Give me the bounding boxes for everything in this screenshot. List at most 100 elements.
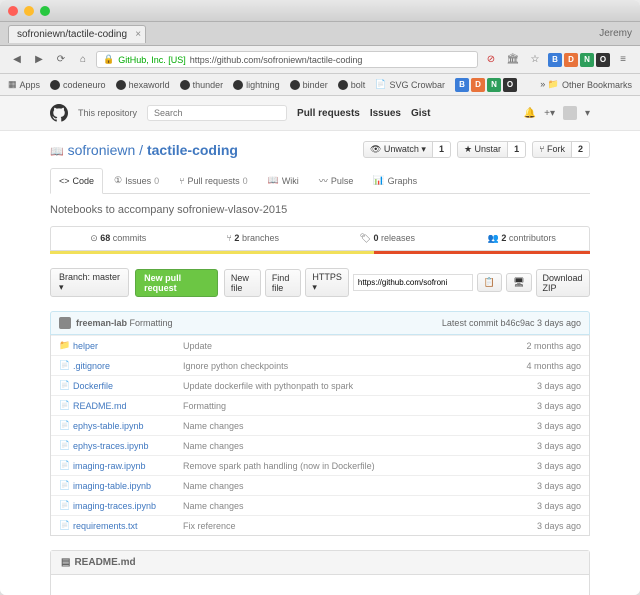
commit-avatar[interactable] xyxy=(59,317,71,329)
file-commit-msg[interactable]: Name changes xyxy=(183,421,537,431)
bookmark-item[interactable]: lightning xyxy=(233,80,280,90)
stat-branches[interactable]: ⑂ 2 branches xyxy=(186,227,321,250)
browser-tab[interactable]: sofroniewn/tactile-coding × xyxy=(8,25,146,43)
file-commit-msg[interactable]: Update dockerfile with pythonpath to spa… xyxy=(183,381,537,391)
clone-protocol[interactable]: HTTPS ▾ xyxy=(305,268,349,297)
stats-bar: ⊙ 68 commits ⑂ 2 branches 🏷 0 releases 👥… xyxy=(50,226,590,251)
bookmark-ext-icon[interactable]: D xyxy=(471,78,485,92)
create-menu[interactable]: +▾ xyxy=(544,108,555,119)
file-commit-msg[interactable]: Ignore python checkpoints xyxy=(183,361,526,371)
file-row: 📄ephys-traces.ipynbName changes3 days ag… xyxy=(51,435,589,455)
github-logo-icon[interactable] xyxy=(50,104,68,122)
window-maximize-button[interactable] xyxy=(40,6,50,16)
tab-graphs[interactable]: 📊 Graphs xyxy=(364,168,426,193)
stat-releases[interactable]: 🏷 0 releases xyxy=(320,227,455,250)
bookmark-item[interactable]: binder xyxy=(290,80,328,90)
file-name-link[interactable]: ephys-traces.ipynb xyxy=(73,441,183,451)
repo-icon: 📖 xyxy=(50,146,64,158)
star-button[interactable]: ★ Unstar xyxy=(457,141,508,158)
nav-pull-requests[interactable]: Pull requests xyxy=(297,108,360,119)
desktop-button[interactable]: 🖥 xyxy=(506,273,531,292)
commit-author[interactable]: freeman-lab xyxy=(76,318,127,328)
other-bookmarks[interactable]: » 📁 Other Bookmarks xyxy=(540,79,632,90)
new-pr-button[interactable]: New pull request xyxy=(135,269,218,297)
nav-gist[interactable]: Gist xyxy=(411,108,430,119)
ext-icon-bank[interactable]: 🏛 xyxy=(504,51,522,69)
file-commit-msg[interactable]: Name changes xyxy=(183,501,537,511)
file-name-link[interactable]: README.md xyxy=(73,401,183,411)
tab-close-icon[interactable]: × xyxy=(135,29,141,40)
url-input[interactable]: 🔒 GitHub, Inc. [US] https://github.com/s… xyxy=(96,51,478,68)
extension-icon[interactable]: B xyxy=(548,53,562,67)
bookmark-item[interactable]: hexaworld xyxy=(116,80,170,90)
tab-code[interactable]: <> Code xyxy=(50,168,103,194)
reload-button[interactable]: ⟳ xyxy=(52,51,70,69)
file-age: 3 days ago xyxy=(537,401,581,411)
bookmark-item[interactable]: thunder xyxy=(180,80,224,90)
watch-button[interactable]: 👁 Unwatch ▾ xyxy=(363,141,433,158)
avatar[interactable] xyxy=(563,106,577,120)
fork-count[interactable]: 2 xyxy=(572,141,590,158)
bookmark-svg-crowbar[interactable]: 📄 SVG Crowbar xyxy=(375,79,445,90)
bookmark-ext-icon[interactable]: N xyxy=(487,78,501,92)
file-name-link[interactable]: imaging-table.ipynb xyxy=(73,481,183,491)
tab-issues[interactable]: ① Issues 0 xyxy=(105,168,168,193)
file-age: 2 months ago xyxy=(526,341,581,351)
commit-message[interactable]: Formatting xyxy=(130,318,173,328)
file-commit-msg[interactable]: Update xyxy=(183,341,526,351)
language-bar[interactable] xyxy=(50,251,590,254)
stat-contributors[interactable]: 👥 2 contributors xyxy=(455,227,590,250)
window-minimize-button[interactable] xyxy=(24,6,34,16)
new-file-button[interactable]: New file xyxy=(224,269,261,297)
download-zip-button[interactable]: Download ZIP xyxy=(536,269,590,297)
fork-button[interactable]: ⑂ Fork xyxy=(532,141,572,158)
file-name-link[interactable]: .gitignore xyxy=(73,361,183,371)
extension-icon[interactable]: N xyxy=(580,53,594,67)
file-name-link[interactable]: imaging-traces.ipynb xyxy=(73,501,183,511)
tab-pulse[interactable]: 〰 Pulse xyxy=(310,168,363,193)
file-commit-msg[interactable]: Name changes xyxy=(183,481,537,491)
file-commit-msg[interactable]: Formatting xyxy=(183,401,537,411)
file-icon: 📄 xyxy=(59,420,73,431)
repo-description: Notebooks to accompany sofroniew-vlasov-… xyxy=(50,204,590,216)
file-commit-msg[interactable]: Fix reference xyxy=(183,521,537,531)
extension-icon[interactable]: D xyxy=(564,53,578,67)
tab-pull-requests[interactable]: ⑂ Pull requests 0 xyxy=(170,168,256,193)
home-button[interactable]: ⌂ xyxy=(74,51,92,69)
bookmark-star-icon[interactable]: ☆ xyxy=(526,51,544,69)
star-count[interactable]: 1 xyxy=(508,141,526,158)
bookmark-item[interactable]: codeneuro xyxy=(50,80,106,90)
file-name-link[interactable]: requirements.txt xyxy=(73,521,183,531)
file-commit-msg[interactable]: Name changes xyxy=(183,441,537,451)
forward-button[interactable]: ▶ xyxy=(30,51,48,69)
latest-commit-info[interactable]: Latest commit b46c9ac 3 days ago xyxy=(442,318,581,328)
nav-issues[interactable]: Issues xyxy=(370,108,401,119)
tab-wiki[interactable]: 📖 Wiki xyxy=(259,168,308,193)
find-file-button[interactable]: Find file xyxy=(265,269,302,297)
window-close-button[interactable] xyxy=(8,6,18,16)
back-button[interactable]: ◀ xyxy=(8,51,26,69)
menu-icon[interactable]: ≡ xyxy=(614,51,632,69)
stat-commits[interactable]: ⊙ 68 commits xyxy=(51,227,186,250)
file-name-link[interactable]: imaging-raw.ipynb xyxy=(73,461,183,471)
file-commit-msg[interactable]: Remove spark path handling (now in Docke… xyxy=(183,461,537,471)
extension-icon[interactable]: O xyxy=(596,53,610,67)
file-name-link[interactable]: ephys-table.ipynb xyxy=(73,421,183,431)
browser-tab-bar: sofroniewn/tactile-coding × Jeremy xyxy=(0,22,640,46)
bookmark-ext-icon[interactable]: O xyxy=(503,78,517,92)
watch-count[interactable]: 1 xyxy=(433,141,451,158)
file-name-link[interactable]: helper xyxy=(73,341,183,351)
notifications-icon[interactable]: 🔔 xyxy=(524,108,536,119)
bookmark-item[interactable]: bolt xyxy=(338,80,366,90)
clone-url-input[interactable] xyxy=(353,274,473,291)
noscript-icon[interactable]: ⊘ xyxy=(482,51,500,69)
bookmark-ext-icon[interactable]: B xyxy=(455,78,469,92)
apps-button[interactable]: ▦ Apps xyxy=(8,79,40,90)
repo-name-link[interactable]: tactile-coding xyxy=(147,142,238,158)
repo-owner-link[interactable]: sofroniewn xyxy=(68,142,136,158)
file-icon: 📄 xyxy=(59,480,73,491)
github-search-input[interactable] xyxy=(147,105,287,121)
branch-selector[interactable]: Branch: master ▾ xyxy=(50,268,129,297)
file-name-link[interactable]: Dockerfile xyxy=(73,381,183,391)
copy-url-button[interactable]: 📋 xyxy=(477,273,502,292)
